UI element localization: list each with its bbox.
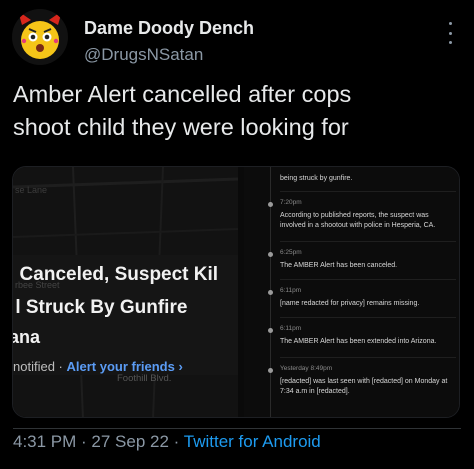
timeline-dot <box>268 328 273 333</box>
timeline-divider <box>280 357 456 358</box>
tweet-date[interactable]: 27 Sep 22 <box>91 432 169 451</box>
timeline-time: 6:11pm <box>280 287 302 294</box>
display-name[interactable]: Dame Doody Dench <box>84 18 254 39</box>
timeline-text: [name redacted for privacy] remains miss… <box>280 300 420 307</box>
timeline-time: 7:20pm <box>280 199 302 206</box>
tweet-media[interactable]: se Lane . Canceled, Suspect Kil rbee Str… <box>12 166 460 418</box>
map-label-foothill: Foothill Blvd. <box>117 373 172 384</box>
timeline-time: 6:11pm <box>280 325 302 332</box>
tweet-text-line-2: shoot child they were looking for <box>13 114 349 140</box>
timeline-text: being struck by gunfire. <box>280 175 353 182</box>
tweet-time[interactable]: 4:31 PM <box>13 432 76 451</box>
timeline-dot <box>268 252 273 257</box>
tweet-text-line-1: Amber Alert cancelled after cops <box>13 81 352 107</box>
alert-your-friends-link[interactable]: Alert your friends › <box>66 359 182 374</box>
tweet-text: Amber Alert cancelled after cops shoot c… <box>13 78 468 144</box>
timeline-time: Yesterday 8:49pm <box>280 365 333 372</box>
more-options-icon[interactable] <box>440 22 460 44</box>
meta-separator: · <box>168 432 184 451</box>
footer-divider <box>13 428 461 429</box>
timeline-divider <box>280 191 456 192</box>
timeline-time: 6:25pm <box>280 249 302 256</box>
timeline-dot <box>268 202 273 207</box>
user-handle[interactable]: @DrugsNSatan <box>84 45 203 65</box>
tweet-meta: 4:31 PM · 27 Sep 22 · Twitter for Androi… <box>13 432 321 452</box>
map-label-lane: se Lane <box>15 185 48 195</box>
timeline-text: According to published reports, the susp… <box>280 212 436 229</box>
timeline-divider <box>280 279 456 280</box>
meta-separator: · <box>76 432 92 451</box>
timeline-dot <box>268 290 273 295</box>
timeline-text: The AMBER Alert has been extended into A… <box>280 338 437 345</box>
timeline-text: The AMBER Alert has been canceled. <box>280 262 398 269</box>
tweet-source-link[interactable]: Twitter for Android <box>184 432 321 451</box>
devil-emoji-icon <box>18 11 62 59</box>
alert-notified: notified · Alert your friends › <box>13 359 183 374</box>
map-label-street: rbee Street <box>15 280 60 290</box>
notified-text: notified · <box>13 359 67 374</box>
alert-subtitle: ana <box>13 327 41 347</box>
timeline-divider <box>280 317 456 318</box>
media-image-alert[interactable]: se Lane . Canceled, Suspect Kil rbee Str… <box>13 167 238 417</box>
timeline-text: [redacted] was last seen with [redacted]… <box>280 378 448 395</box>
media-image-timeline[interactable]: being struck by gunfire. 7:20pm Accordin… <box>244 167 459 417</box>
alert-title-line-2: ·l Struck By Gunfire <box>13 297 188 318</box>
avatar[interactable] <box>12 9 68 65</box>
timeline-divider <box>280 241 456 242</box>
timeline-dot <box>268 368 273 373</box>
